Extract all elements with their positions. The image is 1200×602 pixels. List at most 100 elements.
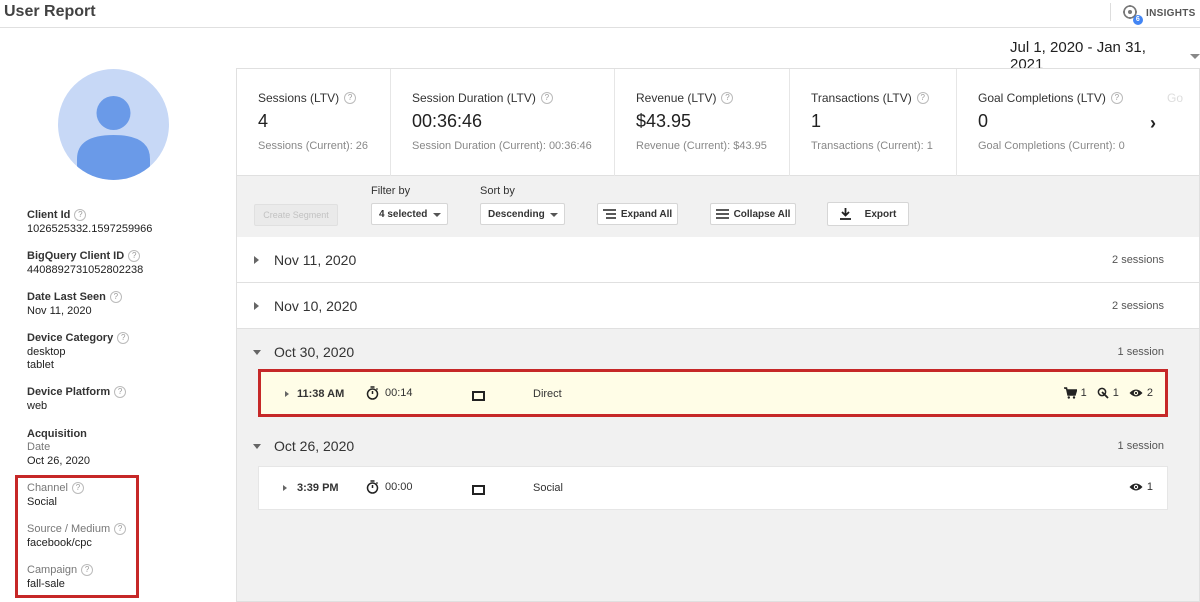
pageview-count: 1 (1146, 481, 1153, 493)
avatar (58, 69, 169, 180)
caret-right-icon (283, 485, 287, 491)
metric-sub: Goal Completions (Current): 0 (978, 140, 1125, 152)
goal-icon (1097, 387, 1109, 399)
help-icon[interactable]: ? (1110, 92, 1123, 104)
chevron-right-icon[interactable]: › (1150, 113, 1156, 134)
acquisition-date-value: Oct 26, 2020 (27, 455, 90, 467)
metric-sub: Session Duration (Current): 00:36:46 (412, 140, 592, 152)
metric-transactions: Transactions (LTV)? 1 Transactions (Curr… (790, 69, 957, 176)
session-row[interactable]: 11:38 AM 00:14 Direct 1 1 2 (258, 369, 1168, 417)
metric-sub: Revenue (Current): $43.95 (636, 140, 767, 152)
metric-value: 4 (258, 111, 269, 131)
help-icon[interactable]: ? (109, 291, 122, 303)
toolbar: Create Segment Filter by 4 selected Sort… (237, 177, 1199, 237)
day-row[interactable]: Nov 11, 2020 2 sessions (237, 237, 1199, 283)
device-platform-value: web (27, 400, 48, 412)
metric-goal-completions: Goal Completions (LTV)? 0 Goal Completio… (957, 69, 1137, 176)
client-id-label: Client Id (27, 209, 71, 221)
metric-value: 00:36:46 (412, 111, 483, 131)
caret-right-icon (254, 256, 259, 264)
help-icon[interactable]: ? (344, 92, 357, 104)
acquisition-highlight-box (15, 475, 139, 598)
help-icon[interactable]: ? (117, 332, 130, 344)
main-panel: Sessions (LTV)? 4 Sessions (Current): 26… (236, 68, 1200, 602)
create-segment-button[interactable]: Create Segment (254, 204, 338, 226)
chevron-down-icon (1190, 53, 1200, 59)
export-button[interactable]: Export (827, 202, 909, 226)
caret-down-icon (253, 350, 261, 355)
metric-sub: Transactions (Current): 1 (811, 140, 933, 152)
session-channel: Social (533, 482, 563, 494)
cart-count: 1 (1080, 387, 1087, 399)
help-icon[interactable]: ? (916, 92, 929, 104)
metric-value: $43.95 (636, 111, 692, 131)
metric-label: Revenue (LTV) (636, 91, 717, 105)
session-channel: Direct (533, 388, 562, 400)
metric-session-duration: Session Duration (LTV)? 00:36:46 Session… (391, 69, 615, 176)
filter-value: 4 selected (379, 208, 428, 220)
user-icon (77, 96, 150, 180)
insights-button[interactable]: 6 INSIGHTS (1122, 3, 1196, 25)
help-icon[interactable]: ? (721, 92, 734, 104)
pageview-count: 2 (1146, 387, 1153, 399)
desktop-icon (472, 485, 485, 495)
metric-revenue: Revenue (LTV)? $43.95 Revenue (Current):… (615, 69, 790, 176)
expand-all-label: Expand All (620, 208, 673, 220)
session-row[interactable]: 3:39 PM 00:00 Social 1 (258, 466, 1168, 510)
day-session-count: 1 session (1117, 440, 1164, 452)
date-last-seen-field: Date Last Seen? Nov 11, 2020 (27, 291, 122, 318)
help-icon[interactable]: ? (74, 209, 87, 221)
metric-ghost-label: Go (1167, 91, 1184, 105)
metric-label: Sessions (LTV) (258, 91, 340, 105)
help-icon[interactable]: ? (540, 92, 553, 104)
sort-label: Sort by (480, 185, 515, 197)
help-icon[interactable]: ? (114, 386, 127, 398)
filter-select[interactable]: 4 selected (371, 203, 448, 225)
desktop-icon (472, 391, 485, 401)
caret-right-icon (254, 302, 259, 310)
day-row[interactable]: Oct 26, 2020 1 session (237, 423, 1199, 469)
device-platform-field: Device Platform? web (27, 386, 127, 413)
caret-down-icon (253, 444, 261, 449)
bigquery-client-id-field: BigQuery Client ID? 4408892731052802238 (27, 250, 143, 277)
chevron-down-icon (550, 213, 558, 217)
sort-value: Descending (488, 208, 545, 220)
day-date: Oct 30, 2020 (274, 344, 355, 360)
expand-icon (602, 209, 616, 219)
day-row[interactable]: Nov 10, 2020 2 sessions (237, 283, 1199, 329)
metric-value: 1 (811, 111, 822, 131)
insights-icon: 6 (1122, 4, 1143, 25)
insights-label: INSIGHTS (1146, 7, 1196, 19)
device-platform-label: Device Platform (27, 386, 111, 398)
collapse-all-button[interactable]: Collapse All (710, 203, 796, 225)
metric-sessions: Sessions (LTV)? 4 Sessions (Current): 26 (237, 69, 391, 176)
chevron-down-icon (433, 213, 441, 217)
export-label: Export (864, 208, 897, 220)
session-duration: 00:00 (385, 481, 413, 493)
date-last-seen-value: Nov 11, 2020 (27, 305, 92, 317)
client-id-value: 1026525332.1597259966 (27, 223, 153, 235)
expand-all-button[interactable]: Expand All (597, 203, 678, 225)
metric-sub: Sessions (Current): 26 (258, 140, 369, 152)
cart-icon (1063, 387, 1077, 399)
device-category-label: Device Category (27, 332, 114, 344)
goal-count: 1 (1112, 387, 1119, 399)
day-session-count: 2 sessions (1112, 300, 1164, 312)
download-icon (839, 208, 851, 220)
client-id-field: Client Id? 1026525332.1597259966 (27, 209, 152, 236)
insights-badge: 6 (1133, 15, 1143, 25)
sort-select[interactable]: Descending (480, 203, 565, 225)
bigquery-client-id-label: BigQuery Client ID (27, 250, 125, 262)
app-header: User Report 6 INSIGHTS (0, 0, 1200, 28)
stopwatch-icon (366, 480, 379, 494)
acquisition-date-label: Date (27, 441, 51, 453)
session-time: 11:38 AM (297, 388, 345, 400)
page-title: User Report (4, 3, 96, 20)
day-session-count: 1 session (1117, 346, 1164, 358)
device-category-field: Device Category? desktop tablet (27, 332, 130, 372)
day-date: Nov 11, 2020 (274, 252, 357, 268)
bigquery-client-id-value: 4408892731052802238 (27, 264, 144, 276)
day-date: Nov 10, 2020 (274, 298, 358, 314)
help-icon[interactable]: ? (128, 250, 141, 262)
caret-right-icon (285, 391, 289, 397)
